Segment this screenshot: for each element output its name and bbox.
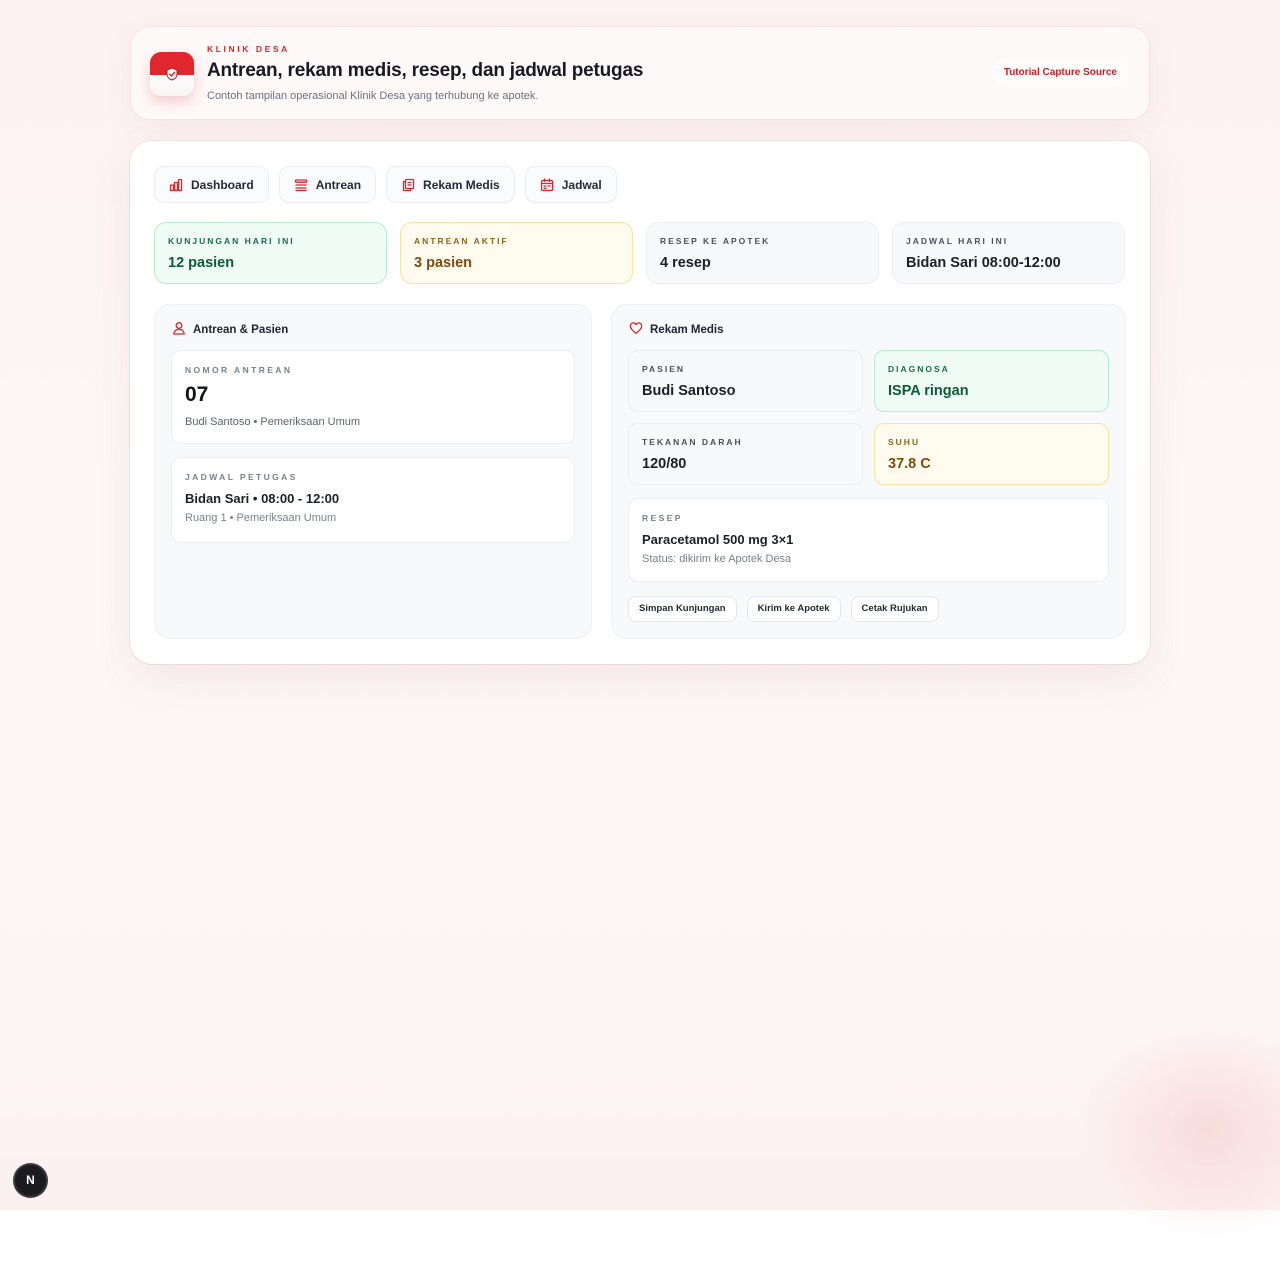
panel-header: Rekam Medis <box>629 321 724 338</box>
queue-number-label: NOMOR ANTREAN <box>185 365 293 375</box>
staff-schedule-card: JADWAL PETUGAS Bidan Sari • 08:00 - 12:0… <box>171 457 575 543</box>
blood-pressure-field: TEKANAN DARAH 120/80 <box>628 423 863 485</box>
tab-antrean[interactable]: Antrean <box>278 166 377 203</box>
queue-number-card: NOMOR ANTREAN 07 Budi Santoso • Pemeriks… <box>171 350 575 444</box>
files-icon <box>401 178 415 192</box>
print-referral-button[interactable]: Cetak Rujukan <box>850 596 939 622</box>
tab-rekam-medis[interactable]: Rekam Medis <box>386 166 515 203</box>
prescription-card: RESEP Paracetamol 500 mg 3×1 Status: dik… <box>628 498 1109 582</box>
stat-value: 3 pasien <box>414 255 473 271</box>
stat-card-schedule: JADWAL HARI INI Bidan Sari 08:00-12:00 <box>892 222 1125 284</box>
nav-tabs: Dashboard Antrean Rekam Medis Jadwal <box>154 166 617 203</box>
diagnosis-field: DIAGNOSA ISPA ringan <box>874 350 1109 412</box>
page-bottom-band <box>0 1210 1280 1280</box>
floating-n-badge-icon[interactable]: N <box>15 1165 46 1196</box>
panel-header: Antrean & Pasien <box>172 321 288 338</box>
blood-pressure-value: 120/80 <box>642 456 687 472</box>
save-visit-button[interactable]: Simpan Kunjungan <box>628 596 737 622</box>
temperature-value: 37.8 C <box>888 456 931 472</box>
stats-row: KUNJUNGAN HARI INI 12 pasien ANTREAN AKT… <box>154 222 1125 284</box>
stat-value: 4 resep <box>660 255 711 271</box>
heart-icon <box>629 321 643 338</box>
send-to-pharmacy-button[interactable]: Kirim ke Apotek <box>746 596 841 622</box>
tab-label: Jadwal <box>561 177 602 192</box>
patient-field: PASIEN Budi Santoso <box>628 350 863 412</box>
stat-label: JADWAL HARI INI <box>906 236 1009 246</box>
patient-label: PASIEN <box>642 364 686 374</box>
temperature-label: SUHU <box>888 437 921 447</box>
stat-label: KUNJUNGAN HARI INI <box>168 236 295 246</box>
main-card: Dashboard Antrean Rekam Medis Jadwal KUN… <box>130 141 1150 664</box>
tutorial-capture-source-link[interactable]: Tutorial Capture Source <box>991 59 1129 87</box>
prescription-label: RESEP <box>642 513 683 523</box>
diagnosis-value: ISPA ringan <box>888 383 969 399</box>
temperature-field: SUHU 37.8 C <box>874 423 1109 485</box>
user-icon <box>172 321 186 338</box>
bar-chart-icon <box>169 178 183 192</box>
prescription-value: Paracetamol 500 mg 3×1 <box>642 532 794 547</box>
clinic-logo-icon <box>150 52 194 96</box>
page-title: Antrean, rekam medis, resep, dan jadwal … <box>207 60 644 81</box>
background-glow <box>1080 1020 1280 1240</box>
clinic-eyebrow: KLINIK DESA <box>207 44 290 54</box>
list-icon <box>294 178 308 192</box>
tab-label: Antrean <box>315 177 362 192</box>
tab-label: Dashboard <box>191 177 254 192</box>
blood-pressure-label: TEKANAN DARAH <box>642 437 743 447</box>
page-subtitle: Contoh tampilan operasional Klinik Desa … <box>207 90 539 102</box>
stat-label: ANTREAN AKTIF <box>414 236 509 246</box>
prescription-status: Status: dikirim ke Apotek Desa <box>642 553 792 565</box>
diagnosis-label: DIAGNOSA <box>888 364 950 374</box>
queue-number-detail: Budi Santoso • Pemeriksaan Umum <box>185 416 361 428</box>
tab-label: Rekam Medis <box>423 177 500 192</box>
stat-card-visits: KUNJUNGAN HARI INI 12 pasien <box>154 222 387 284</box>
panel-title: Rekam Medis <box>650 323 724 336</box>
tab-dashboard[interactable]: Dashboard <box>154 166 269 203</box>
stat-label: RESEP KE APOTEK <box>660 236 771 246</box>
patient-value: Budi Santoso <box>642 383 736 399</box>
panel-title: Antrean & Pasien <box>193 323 289 336</box>
stat-card-active-queue: ANTREAN AKTIF 3 pasien <box>400 222 633 284</box>
app-header: KLINIK DESA Antrean, rekam medis, resep,… <box>130 26 1150 120</box>
queue-number-value: 07 <box>185 383 209 406</box>
stat-card-prescriptions: RESEP KE APOTEK 4 resep <box>646 222 879 284</box>
calendar-icon <box>540 177 554 192</box>
record-actions: Simpan Kunjungan Kirim ke Apotek Cetak R… <box>628 596 939 622</box>
stat-value: Bidan Sari 08:00-12:00 <box>906 255 1061 271</box>
staff-schedule-detail: Ruang 1 • Pemeriksaan Umum <box>185 512 337 524</box>
medical-record-panel: Rekam Medis PASIEN Budi Santoso DIAGNOSA… <box>611 304 1126 639</box>
stat-value: 12 pasien <box>168 255 235 271</box>
tab-jadwal[interactable]: Jadwal <box>524 166 617 203</box>
queue-patient-panel: Antrean & Pasien NOMOR ANTREAN 07 Budi S… <box>154 304 592 639</box>
staff-schedule-value: Bidan Sari • 08:00 - 12:00 <box>185 491 340 506</box>
staff-schedule-label: JADWAL PETUGAS <box>185 472 298 482</box>
